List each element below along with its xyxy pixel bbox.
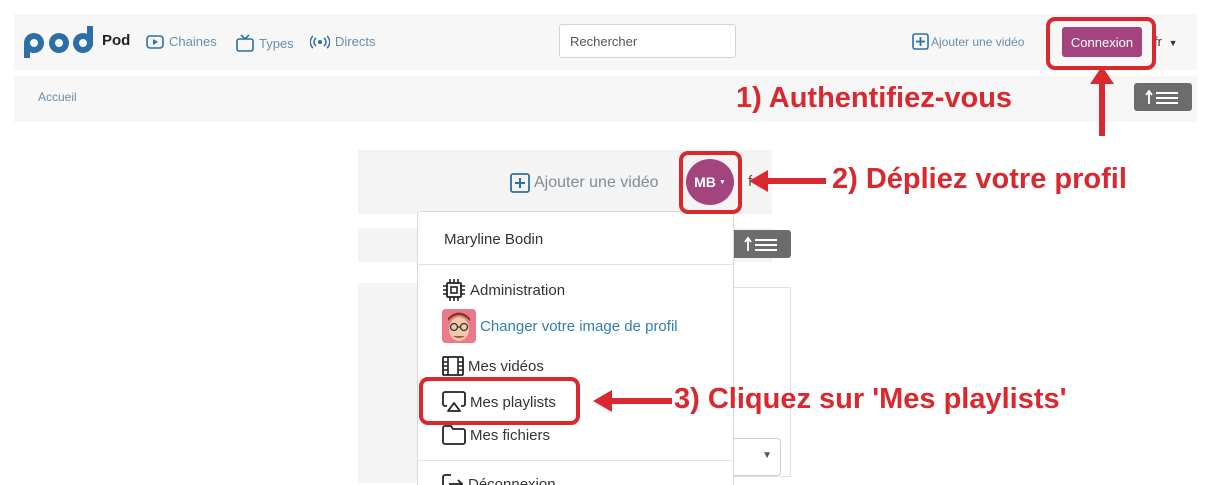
nav-link-label: Chaines [169, 34, 217, 49]
arrow-up-icon [1090, 66, 1114, 136]
menu-item-label: Changer votre image de profil [480, 317, 678, 335]
dropdown-user-name: Maryline Bodin [444, 231, 544, 248]
background-select[interactable]: ▼ [733, 438, 781, 476]
callout-step-2: 2) Dépliez votre profil [832, 163, 1127, 195]
add-video-label: Ajouter une vidéo [931, 34, 1025, 49]
menu-item-label: Mes fichiers [470, 426, 551, 444]
broadcast-icon [310, 34, 330, 49]
caret-down-icon: ▼ [1168, 38, 1178, 48]
menu-item-administration[interactable]: Administration [442, 278, 565, 302]
menu-item-change-profile-image[interactable]: Changer votre image de profil [442, 309, 678, 343]
menu-item-logout[interactable]: Déconnexion [442, 474, 556, 485]
arrow-left-icon [593, 390, 672, 412]
menu-item-my-videos[interactable]: Mes vidéos [442, 356, 544, 376]
menu-item-my-files[interactable]: Mes fichiers [442, 424, 550, 446]
breadcrumb-bar: Accueil [14, 76, 1197, 122]
arrow-left-icon [749, 170, 826, 192]
search-input[interactable] [559, 24, 736, 58]
chip-icon [443, 279, 465, 301]
add-video-link[interactable]: Ajouter une vidéo [912, 33, 1024, 50]
callout-step-3: 3) Cliquez sur 'Mes playlists' [674, 383, 1067, 415]
nav-link-label: Directs [335, 34, 376, 49]
highlight-profile-avatar [679, 151, 742, 214]
folder-icon [442, 425, 466, 445]
language-selector[interactable]: fr ▼ [1154, 34, 1178, 49]
nav-link-chaines[interactable]: Chaines [146, 34, 217, 49]
highlight-my-playlists [419, 377, 580, 425]
menu-item-label: Mes vidéos [468, 357, 544, 375]
plus-box-icon [510, 173, 530, 193]
collapse-menu-icon [1145, 89, 1178, 104]
collapse-menu-icon [744, 236, 777, 251]
sidebar-toggle-button[interactable] [1134, 83, 1192, 111]
dropdown-divider [418, 264, 733, 265]
top-navbar: Pod Chaines Types Directs Ajouter une vi… [14, 14, 1197, 70]
callout-step-1: 1) Authentifiez-vous [736, 82, 1013, 114]
background-strip [358, 228, 418, 262]
add-video-label: Ajouter une vidéo [534, 174, 659, 191]
nav-link-directs[interactable]: Directs [310, 34, 375, 49]
add-video-link-profile[interactable]: Ajouter une vidéo [510, 173, 659, 193]
pod-logo[interactable] [22, 26, 96, 58]
film-icon [442, 356, 464, 376]
menu-item-label: Déconnexion [468, 475, 556, 485]
sidebar-toggle-button[interactable] [733, 230, 791, 258]
caret-down-icon: ▼ [762, 450, 772, 461]
avatar-face-icon [442, 309, 476, 343]
profile-dropdown-menu: Maryline Bodin Administration Changer vo… [417, 211, 734, 485]
nav-link-types[interactable]: Types [236, 34, 294, 52]
logout-icon [442, 474, 464, 485]
menu-item-label: Administration [470, 281, 566, 299]
play-box-icon [146, 34, 164, 49]
dropdown-divider [418, 460, 733, 461]
plus-box-icon [912, 33, 929, 50]
tv-icon [236, 34, 254, 52]
brand-name[interactable]: Pod [102, 32, 130, 49]
background-panel [358, 283, 418, 483]
highlight-login [1046, 17, 1156, 70]
nav-link-label: Types [259, 35, 294, 51]
breadcrumb-home[interactable]: Accueil [38, 90, 77, 104]
